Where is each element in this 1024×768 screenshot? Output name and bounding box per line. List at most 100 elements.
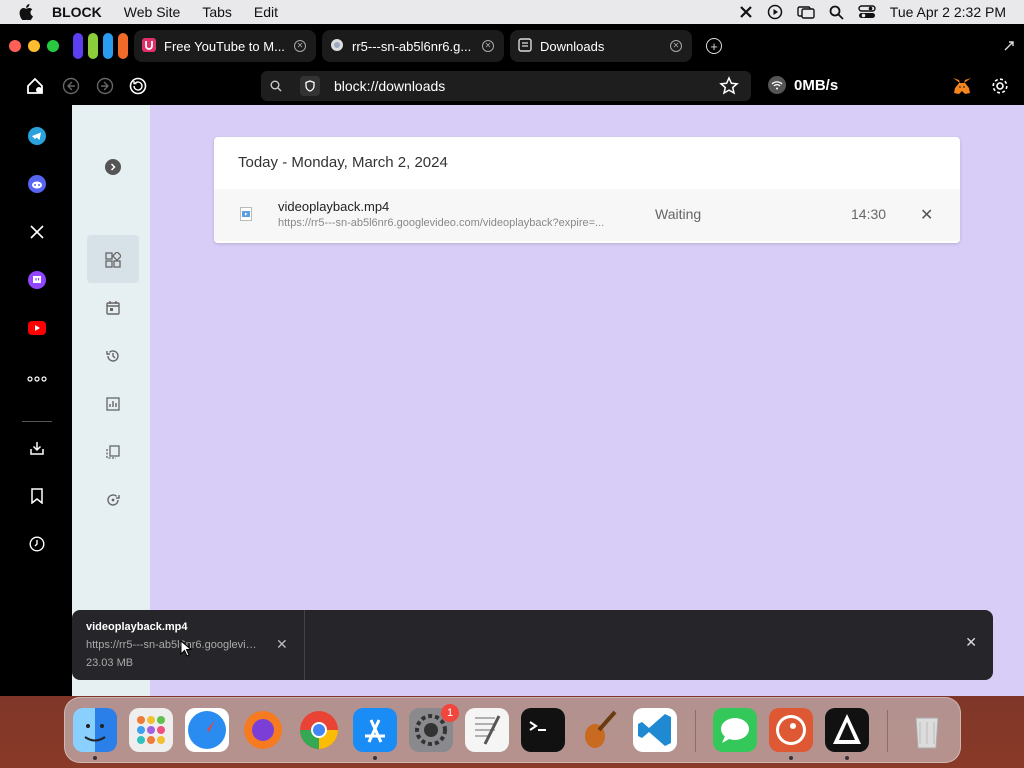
globe-icon — [330, 38, 344, 55]
tab-googlevideo[interactable]: rr5---sn-ab5l6nr6.g... ✕ — [322, 30, 504, 62]
home-icon[interactable] — [25, 76, 45, 96]
menu-tabs[interactable]: Tabs — [202, 4, 232, 20]
shelf-remove-button[interactable]: ✕ — [276, 636, 288, 653]
textedit-icon[interactable] — [465, 708, 509, 752]
rail-divider — [22, 421, 52, 422]
shelf-download-item[interactable]: videoplayback.mp4 https://rr5---sn-ab5l6… — [72, 610, 305, 680]
workspace-pill-orange[interactable] — [118, 33, 128, 59]
tab-title: Downloads — [540, 38, 605, 54]
dock-separator — [887, 710, 888, 752]
shelf-file-size: 23.03 MB — [86, 657, 134, 669]
calendar-icon[interactable] — [103, 298, 123, 318]
safari-icon[interactable] — [185, 708, 229, 752]
recent-history-icon[interactable] — [103, 346, 123, 366]
downloads-sidebar — [72, 105, 150, 696]
terminal-icon[interactable] — [521, 708, 565, 752]
remove-download-button[interactable]: ✕ — [920, 205, 933, 225]
shelf-url: https://rr5---sn-ab5l6nr6.googlevideo.co… — [86, 639, 262, 651]
shelf-filename: videoplayback.mp4 — [86, 621, 188, 633]
menu-edit[interactable]: Edit — [254, 4, 278, 20]
expand-chevron-icon[interactable] — [103, 157, 123, 177]
all-downloads-grid-icon[interactable] — [103, 250, 123, 270]
workspace-pill-purple[interactable] — [73, 33, 83, 59]
download-url[interactable]: https://rr5---sn-ab5l6nr6.googlevideo.co… — [278, 217, 640, 229]
minimize-window-button[interactable] — [28, 40, 40, 52]
tab-youtube-converter[interactable]: Free YouTube to M... ✕ — [134, 30, 316, 62]
extension-pin-icon[interactable] — [1004, 41, 1014, 51]
back-arrow-icon[interactable] — [61, 76, 81, 96]
menubar-clock[interactable]: Tue Apr 2 2:32 PM — [890, 4, 1006, 20]
workspace-pill-blue[interactable] — [103, 33, 113, 59]
tab-downloads[interactable]: Downloads ✕ — [510, 30, 692, 62]
menu-app-name[interactable]: BLOCK — [52, 4, 102, 20]
trash-icon[interactable] — [905, 708, 949, 752]
app-rail — [0, 105, 72, 696]
telegram-icon[interactable] — [27, 126, 47, 146]
youtube-icon[interactable] — [27, 318, 47, 338]
wifi-icon — [768, 76, 786, 94]
twitch-icon[interactable] — [27, 270, 47, 290]
forward-arrow-icon[interactable] — [95, 76, 115, 96]
zoom-window-button[interactable] — [47, 40, 59, 52]
close-tab-icon[interactable]: ✕ — [670, 40, 682, 52]
app-store-icon[interactable] — [353, 708, 397, 752]
url-text[interactable]: block://downloads — [334, 78, 445, 94]
new-tab-plus-icon[interactable]: + — [706, 38, 722, 54]
system-settings-icon[interactable]: 1 — [409, 704, 459, 752]
bookmark-star-icon[interactable] — [719, 76, 739, 96]
downloads-page-icon — [518, 37, 532, 55]
speed-label: 0MB/s — [794, 76, 839, 94]
launchpad-icon[interactable] — [129, 708, 173, 752]
youtube-mp3-icon — [142, 37, 156, 55]
statistics-chart-icon[interactable] — [103, 394, 123, 414]
download-shelf: videoplayback.mp4 https://rr5---sn-ab5l6… — [72, 610, 993, 680]
control-center-icon[interactable] — [858, 5, 876, 19]
x-twitter-icon[interactable] — [27, 222, 47, 242]
vscode-icon[interactable] — [633, 708, 677, 752]
close-window-button[interactable] — [9, 40, 21, 52]
settings-gear-icon[interactable] — [990, 76, 1010, 96]
close-x-status-icon[interactable] — [739, 5, 753, 19]
shield-icon[interactable] — [300, 76, 320, 96]
navigation-toolbar: block://downloads 0MB/s — [0, 68, 1024, 105]
menu-web-site[interactable]: Web Site — [124, 4, 181, 20]
chrome-icon[interactable] — [297, 708, 341, 752]
dock-separator — [695, 710, 696, 752]
download-filename[interactable]: videoplayback.mp4 — [278, 199, 389, 214]
more-apps-icon[interactable] — [27, 369, 47, 389]
workspace-pill-green[interactable] — [88, 33, 98, 59]
network-speed-indicator[interactable]: 0MB/s — [768, 76, 838, 94]
reload-icon[interactable] — [128, 76, 148, 96]
mouse-cursor-icon — [180, 640, 192, 657]
close-tab-icon[interactable]: ✕ — [482, 40, 494, 52]
browser-window: Free YouTube to M... ✕ rr5---sn-ab5l6nr6… — [0, 24, 1024, 696]
apple-icon[interactable] — [18, 4, 34, 20]
search-icon — [270, 80, 282, 92]
block-running-dot — [845, 756, 849, 760]
screen-mirroring-icon[interactable] — [797, 5, 815, 19]
messages-icon[interactable] — [713, 708, 757, 752]
block-browser-icon[interactable] — [825, 708, 869, 752]
duckduckgo-icon[interactable] — [769, 708, 813, 752]
address-bar[interactable]: block://downloads — [261, 71, 751, 101]
download-status: Waiting — [655, 206, 702, 222]
dock: 1 — [64, 697, 961, 763]
firefox-icon[interactable] — [241, 708, 285, 752]
download-time: 14:30 — [851, 206, 887, 222]
bookmark-icon[interactable] — [27, 486, 47, 506]
history-clock-icon[interactable] — [27, 534, 47, 554]
spotlight-search-icon[interactable] — [829, 5, 844, 20]
play-circle-status-icon[interactable] — [767, 4, 783, 20]
download-row[interactable]: videoplayback.mp4 https://rr5---sn-ab5l6… — [214, 189, 960, 241]
garageband-icon[interactable] — [577, 708, 621, 752]
copy-pages-icon[interactable] — [103, 442, 123, 462]
close-tab-icon[interactable]: ✕ — [294, 40, 306, 52]
window-controls — [9, 40, 59, 52]
downloads-tray-icon[interactable] — [27, 438, 47, 458]
app-store-running-dot — [373, 756, 377, 760]
discord-icon[interactable] — [27, 174, 47, 194]
restore-icon[interactable] — [103, 490, 123, 510]
finder-icon[interactable] — [73, 708, 117, 752]
metamask-fox-icon[interactable] — [952, 76, 972, 96]
close-shelf-button[interactable]: ✕ — [965, 634, 977, 651]
